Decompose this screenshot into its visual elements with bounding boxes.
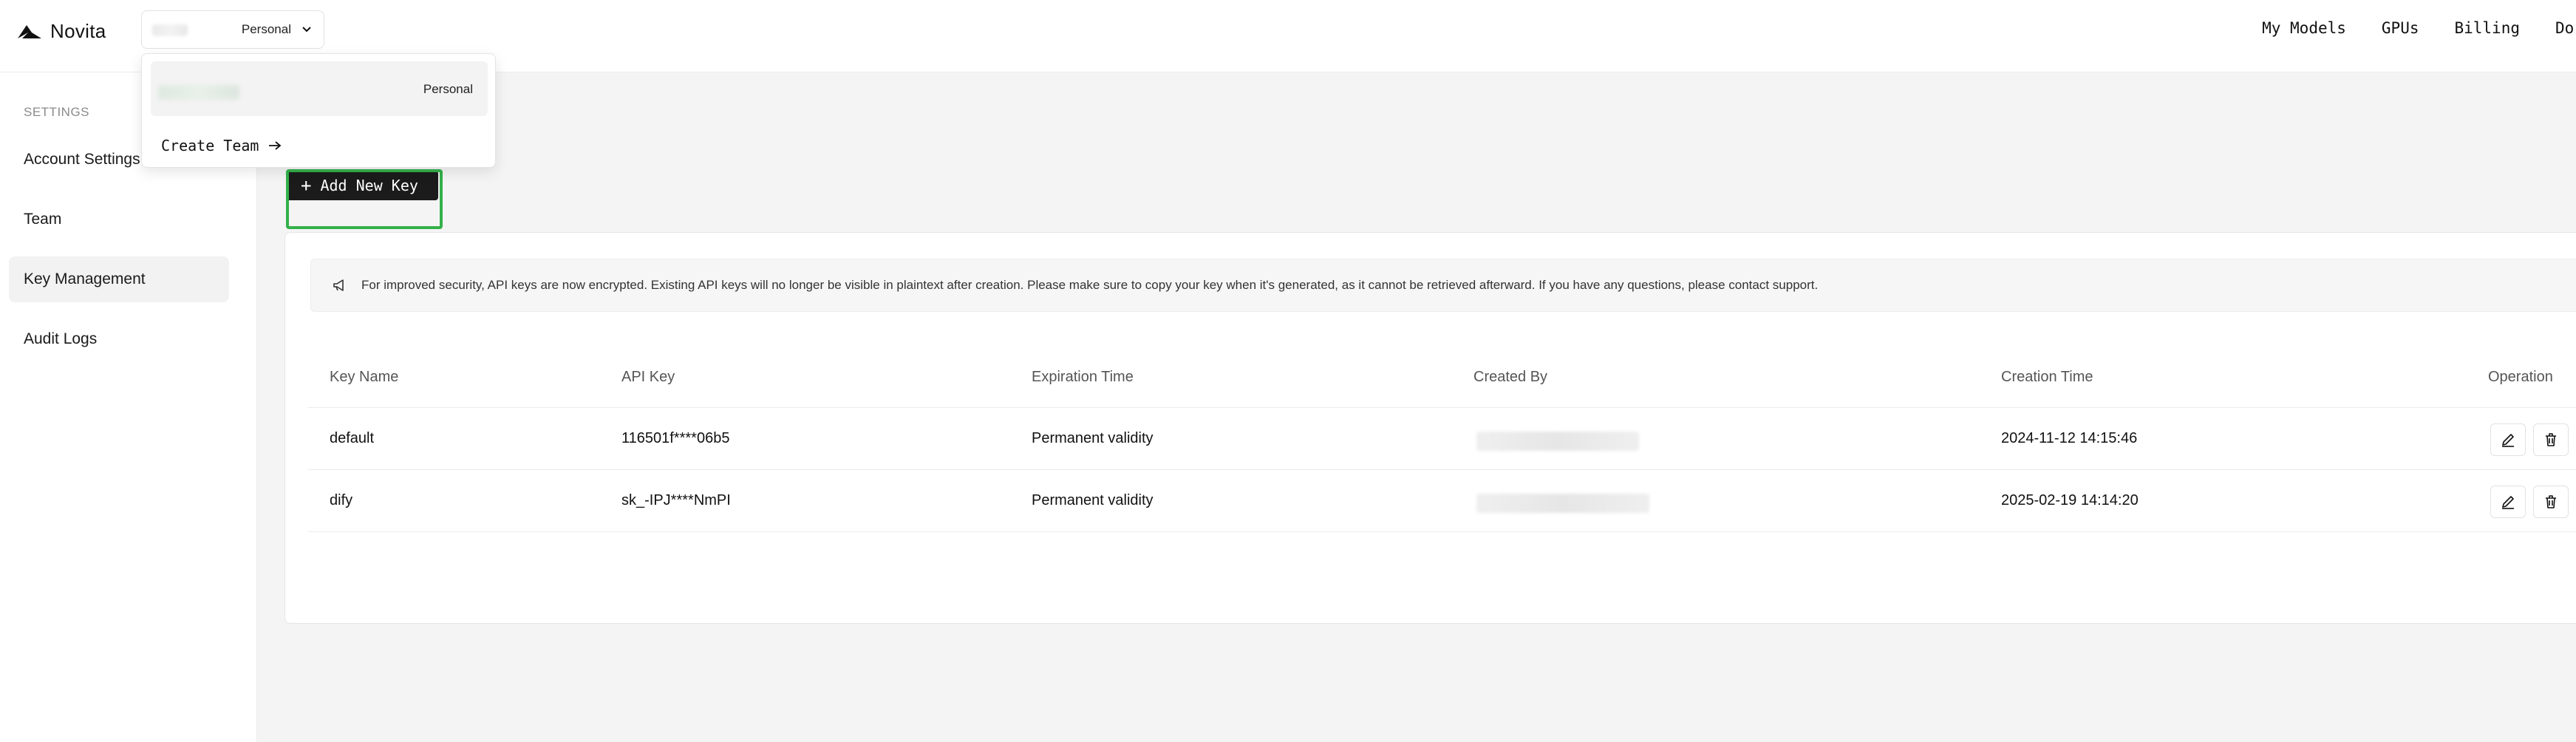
column-created-by: Created By: [1473, 369, 1548, 385]
nav-docs[interactable]: Do: [2555, 19, 2576, 37]
create-team-link[interactable]: Create Team: [161, 137, 282, 154]
sidebar-item-team[interactable]: Team: [9, 197, 229, 242]
nav-my-models[interactable]: My Models: [2262, 19, 2346, 37]
security-notice-text: For improved security, API keys are now …: [361, 278, 1819, 292]
sidebar-section-title: SETTINGS: [24, 105, 90, 119]
security-notice: For improved security, API keys are now …: [310, 259, 2576, 312]
expiration-value: Permanent validity: [1032, 492, 1154, 508]
api-keys-table: Key Name API Key Expiration Time Created…: [307, 347, 2576, 532]
edit-button[interactable]: [2490, 423, 2526, 456]
key-name: dify: [330, 492, 353, 508]
sidebar-item-key-management[interactable]: Key Management: [9, 256, 229, 302]
creation-time-value: 2024-11-12 14:15:46: [2001, 430, 2138, 446]
top-nav: My Models GPUs Billing Do: [2262, 19, 2576, 37]
row-operations: [2490, 486, 2569, 518]
table-header: Key Name API Key Expiration Time Created…: [307, 347, 2576, 408]
table-row: dify sk_-IPJ****NmPI Permanent validity …: [307, 470, 2576, 532]
brand-name: Novita: [50, 19, 106, 42]
api-keys-card: For improved security, API keys are now …: [284, 232, 2576, 624]
team-dropdown-menu: Personal Create Team: [141, 53, 496, 168]
creation-time-value: 2025-02-19 14:14:20: [2001, 492, 2139, 508]
created-by-redacted: [1476, 432, 1639, 451]
api-key-value: 116501f****06b5: [621, 430, 730, 446]
team-option-label: Personal: [423, 82, 473, 96]
nav-billing[interactable]: Billing: [2454, 19, 2520, 37]
nav-gpus[interactable]: GPUs: [2382, 19, 2419, 37]
trash-icon: [2546, 433, 2556, 446]
team-switcher-label: Personal: [241, 22, 291, 36]
team-switcher[interactable]: Personal: [141, 10, 324, 49]
column-expiration-time: Expiration Time: [1032, 369, 1134, 385]
focus-highlight: [286, 169, 443, 229]
arrow-right-icon: [269, 141, 282, 150]
column-key-name: Key Name: [330, 369, 399, 385]
edit-button[interactable]: [2490, 486, 2526, 518]
sidebar-item-audit-logs[interactable]: Audit Logs: [9, 316, 229, 362]
main-content: t + Add New Key For improved security, A…: [257, 72, 2576, 742]
novita-logo-icon: [18, 25, 41, 38]
trash-icon: [2546, 495, 2556, 508]
key-name: default: [330, 430, 375, 446]
create-team-label: Create Team: [161, 137, 259, 154]
chevron-down-icon: [302, 27, 311, 33]
team-avatar: [152, 24, 188, 36]
page-header: t + Add New Key: [257, 72, 2576, 232]
brand[interactable]: Novita: [16, 18, 106, 44]
team-option-avatar: [158, 85, 239, 100]
delete-button[interactable]: [2533, 486, 2569, 518]
table-row: default 116501f****06b5 Permanent validi…: [307, 408, 2576, 470]
column-operation: Operation: [2488, 369, 2553, 385]
pencil-icon: [2502, 434, 2514, 447]
sidebar: SETTINGS Account Settings Team Key Manag…: [0, 72, 257, 742]
megaphone-icon: [333, 279, 344, 291]
column-creation-time: Creation Time: [2001, 369, 2093, 385]
api-key-value: sk_-IPJ****NmPI: [621, 492, 731, 508]
expiration-value: Permanent validity: [1032, 430, 1154, 446]
delete-button[interactable]: [2533, 423, 2569, 456]
pencil-icon: [2502, 496, 2514, 509]
column-api-key: API Key: [621, 369, 675, 385]
row-operations: [2490, 423, 2569, 456]
team-option-personal[interactable]: Personal: [151, 61, 488, 116]
created-by-redacted: [1476, 494, 1649, 513]
